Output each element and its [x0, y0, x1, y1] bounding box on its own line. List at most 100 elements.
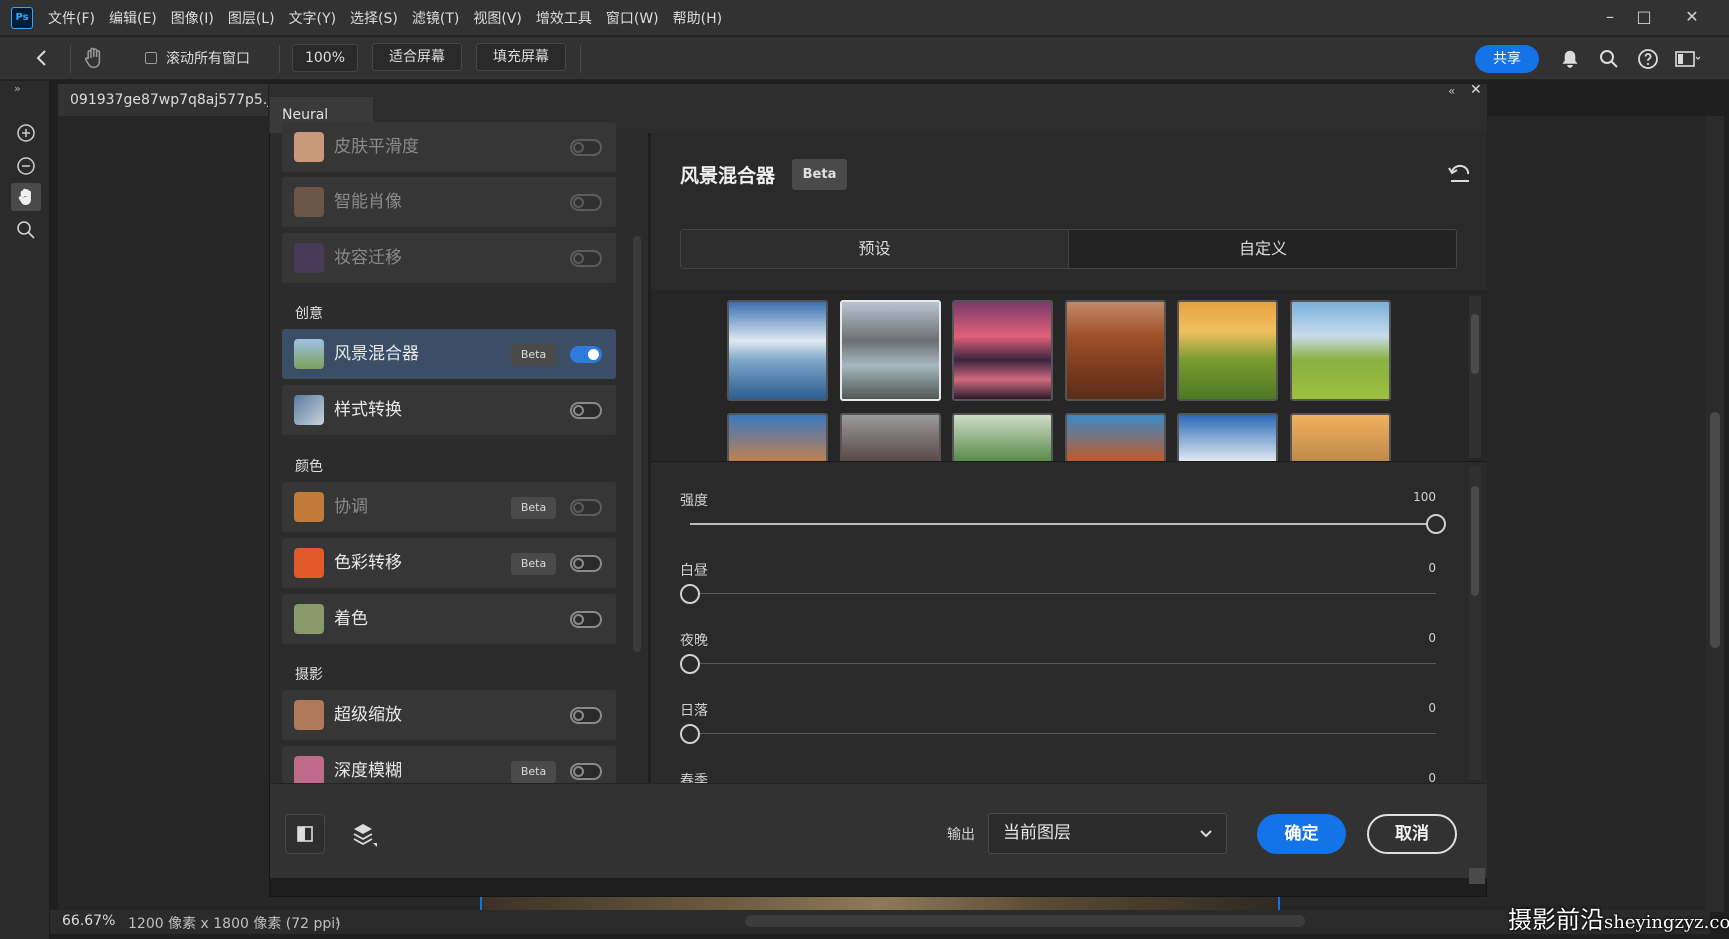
scroll-all-label: 滚动所有窗口: [166, 51, 250, 67]
fit-screen-button[interactable]: 适合屏幕: [372, 43, 462, 71]
menu-view[interactable]: 视图(V): [473, 8, 522, 28]
filter-toggle[interactable]: [570, 194, 602, 211]
preset-tile[interactable]: [1065, 413, 1166, 461]
preset-tile[interactable]: [1065, 300, 1166, 401]
filter-toggle[interactable]: [570, 611, 602, 628]
filter-makeup-transfer[interactable]: 妆容迁移: [282, 233, 616, 283]
bell-icon[interactable]: [1558, 46, 1582, 70]
filter-list-scroll-thumb[interactable]: [633, 236, 641, 652]
filter-toggle[interactable]: [570, 250, 602, 267]
cancel-button[interactable]: 取消: [1367, 814, 1457, 854]
close-panel-icon[interactable]: ✕: [1470, 82, 1482, 98]
menu-image[interactable]: 图像(I): [171, 8, 214, 28]
preset-tile-selected[interactable]: [840, 300, 941, 401]
layers-icon[interactable]: [349, 819, 379, 849]
beta-badge: Beta: [511, 497, 556, 519]
filter-style-transfer[interactable]: 样式转换: [282, 385, 616, 435]
filter-skin-smoothing[interactable]: 皮肤平滑度: [282, 122, 616, 172]
ok-button[interactable]: 确定: [1257, 814, 1346, 854]
scroll-all-checkbox[interactable]: [145, 52, 157, 64]
filter-depth-blur[interactable]: 深度模糊 Beta: [282, 746, 616, 783]
menu-select[interactable]: 选择(S): [350, 8, 398, 28]
menu-window[interactable]: 窗口(W): [606, 8, 659, 28]
compare-view-icon[interactable]: [285, 814, 325, 854]
zoom-out-tool-icon[interactable]: [11, 152, 41, 180]
expand-toolbar-icon[interactable]: »: [14, 82, 21, 95]
zoom-in-tool-icon[interactable]: [11, 119, 41, 147]
preset-tile[interactable]: [1290, 300, 1391, 401]
preset-tile[interactable]: [727, 413, 828, 461]
settings-scroll-thumb[interactable]: [1471, 486, 1479, 596]
status-expand-icon[interactable]: ›: [335, 914, 340, 928]
category-creative: 创意: [295, 306, 323, 322]
menu-filter[interactable]: 滤镜(T): [412, 8, 459, 28]
filter-color-transfer[interactable]: 色彩转移 Beta: [282, 538, 616, 588]
preset-scrollbar[interactable]: [1469, 296, 1481, 458]
zoom-status[interactable]: 66.67%: [62, 913, 115, 929]
back-icon[interactable]: [30, 46, 54, 70]
menu-file[interactable]: 文件(F): [48, 8, 95, 28]
menu-plugins[interactable]: 增效工具: [536, 8, 592, 28]
tab-custom[interactable]: 自定义: [1070, 230, 1456, 268]
preset-scroll-thumb[interactable]: [1471, 314, 1479, 374]
preset-tile[interactable]: [1290, 413, 1391, 461]
preset-tile[interactable]: [1177, 413, 1278, 461]
slider-label-day: 白昼: [680, 563, 708, 579]
search-icon[interactable]: [1597, 47, 1621, 71]
close-window-icon[interactable]: ✕: [1670, 4, 1714, 30]
filter-toggle[interactable]: [570, 555, 602, 572]
filter-toggle[interactable]: [570, 707, 602, 724]
menu-type[interactable]: 文字(Y): [289, 8, 336, 28]
filter-list-scrollbar[interactable]: [630, 140, 644, 774]
slider-handle-night[interactable]: [680, 654, 700, 674]
maximize-icon[interactable]: □: [1622, 4, 1666, 30]
slider-track-strength[interactable]: [690, 523, 1436, 525]
reset-icon[interactable]: [1447, 162, 1473, 184]
filter-toggle[interactable]: [570, 402, 602, 419]
zoom-tool-icon[interactable]: [11, 216, 41, 244]
filter-toggle[interactable]: [570, 139, 602, 156]
document-tab[interactable]: 091937ge87wp7q8aj577p5.jpg: [58, 84, 268, 116]
canvas-vertical-scrollbar[interactable]: [1706, 116, 1724, 912]
canvas-horizontal-scrollbar[interactable]: [745, 915, 1305, 927]
menu-help[interactable]: 帮助(H): [673, 8, 722, 28]
preset-tile[interactable]: [952, 300, 1053, 401]
slider-handle-strength[interactable]: [1426, 514, 1446, 534]
canvas-scroll-thumb[interactable]: [1710, 412, 1720, 648]
filter-landscape-mixer[interactable]: 风景混合器 Beta: [282, 329, 616, 379]
hand-tool-icon[interactable]: [11, 183, 41, 211]
hand-tool-icon[interactable]: [80, 44, 108, 72]
filter-title-beta-badge: Beta: [792, 159, 847, 190]
slider-handle-day[interactable]: [680, 584, 700, 604]
slider-track-night[interactable]: [690, 663, 1436, 664]
slider-track-sunset[interactable]: [690, 733, 1436, 734]
output-select[interactable]: 当前图层: [988, 813, 1227, 854]
collapse-panel-icon[interactable]: «: [1448, 84, 1455, 98]
filter-thumb: [294, 700, 324, 730]
preset-tile[interactable]: [952, 413, 1053, 461]
slider-handle-sunset[interactable]: [680, 724, 700, 744]
preset-tile[interactable]: [1177, 300, 1278, 401]
filter-toggle[interactable]: [570, 346, 602, 363]
help-icon[interactable]: [1636, 47, 1660, 71]
filter-super-zoom[interactable]: 超级缩放: [282, 690, 616, 740]
preset-tile[interactable]: [840, 413, 941, 461]
filter-label: 智能肖像: [334, 192, 402, 212]
resize-corner[interactable]: [1469, 868, 1485, 884]
workspace-icon[interactable]: [1674, 47, 1701, 71]
filter-smart-portrait[interactable]: 智能肖像: [282, 177, 616, 227]
filter-toggle[interactable]: [570, 499, 602, 516]
preset-tile[interactable]: [727, 300, 828, 401]
menu-edit[interactable]: 编辑(E): [109, 8, 157, 28]
filter-toggle[interactable]: [570, 763, 602, 780]
share-button[interactable]: 共享: [1475, 45, 1539, 73]
settings-scrollbar[interactable]: [1469, 466, 1481, 780]
category-photography: 摄影: [295, 667, 323, 683]
zoom-value-field[interactable]: 100%: [292, 44, 358, 72]
slider-track-day[interactable]: [690, 593, 1436, 594]
fill-screen-button[interactable]: 填充屏幕: [476, 43, 566, 71]
menu-layer[interactable]: 图层(L): [228, 8, 275, 28]
filter-colorize[interactable]: 着色: [282, 594, 616, 644]
filter-harmonization[interactable]: 协调 Beta: [282, 482, 616, 532]
tab-presets[interactable]: 预设: [681, 230, 1069, 268]
